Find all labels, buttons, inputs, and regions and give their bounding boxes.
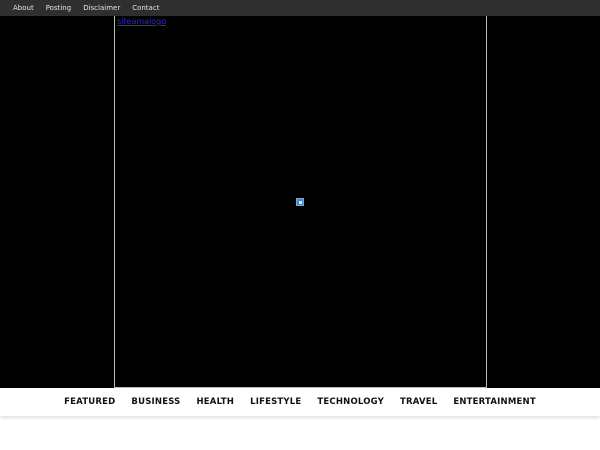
broken-image-icon	[296, 198, 304, 206]
nav-item-business[interactable]: BUSINESS	[131, 397, 180, 407]
page: About Posting Disclaimer Contact siteama…	[0, 0, 600, 450]
nav-item-featured[interactable]: FEATURED	[64, 397, 115, 407]
nav-item-travel[interactable]: TRAVEL	[400, 397, 437, 407]
top-link-posting[interactable]: Posting	[46, 0, 71, 16]
nav-item-technology[interactable]: TECHNOLOGY	[317, 397, 384, 407]
main-nav: FEATURED BUSINESS HEALTH LIFESTYLE TECHN…	[0, 388, 600, 416]
logo-frame: siteamalogo	[114, 16, 487, 388]
top-link-contact[interactable]: Contact	[132, 0, 159, 16]
nav-item-health[interactable]: HEALTH	[196, 397, 234, 407]
hero-banner: siteamalogo	[0, 16, 600, 388]
top-link-about[interactable]: About	[13, 0, 34, 16]
nav-item-entertainment[interactable]: ENTERTAINMENT	[453, 397, 535, 407]
nav-item-lifestyle[interactable]: LIFESTYLE	[250, 397, 301, 407]
site-logo-link[interactable]: siteamalogo	[117, 17, 166, 27]
top-bar: About Posting Disclaimer Contact	[0, 0, 600, 16]
top-link-disclaimer[interactable]: Disclaimer	[83, 0, 120, 16]
